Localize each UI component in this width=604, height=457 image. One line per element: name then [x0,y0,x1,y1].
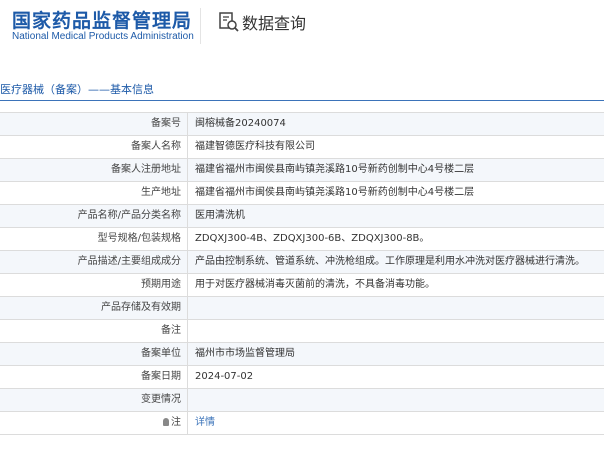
data-query-link[interactable]: 数据查询 [218,10,306,34]
field-value: 福建智德医疗科技有限公司 [195,141,315,152]
field-value: 福州市市场监督管理局 [195,348,295,359]
field-value: 闽榕械备20240074 [195,118,286,129]
note-label-cell: 注 [0,412,188,434]
field-label: 备案人注册地址 [0,159,188,181]
table-row: 备案人名称 福建智德医疗科技有限公司 [0,136,604,159]
field-label: 备注 [0,320,188,342]
document-search-icon [219,12,239,32]
table-row: 备案日期 2024-07-02 [0,366,604,389]
field-value [188,389,604,411]
field-value [188,297,604,319]
field-value: 福建省福州市闽侯县南屿镇尧溪路10号新药创制中心4号楼二层 [195,187,475,198]
field-label: 产品存储及有效期 [0,297,188,319]
field-value: 产品由控制系统、管道系统、冲洗枪组成。工作原理是利用水冲洗对医疗器械进行清洗。 [195,256,585,267]
table-row: 产品名称/产品分类名称 医用清洗机 [0,205,604,228]
site-logo-subtitle: National Medical Products Administration [12,31,194,42]
breadcrumb-bar: 医疗器械（备案）——基本信息 [0,78,604,101]
site-header: 国家药品监督管理局 National Medical Products Admi… [0,0,604,62]
data-query-label: 数据查询 [242,14,307,33]
field-label: 注 [171,417,181,428]
field-value [188,320,604,342]
field-label: 备案单位 [0,343,188,365]
table-row: 预期用途 用于对医疗器械消毒灭菌前的清洗，不具备消毒功能。 [0,274,604,297]
table-row: 产品描述/主要组成成分 产品由控制系统、管道系统、冲洗枪组成。工作原理是利用水冲… [0,251,604,274]
field-value: ZDQXJ300-4B、ZDQXJ300-6B、ZDQXJ300-8B。 [195,233,430,244]
field-label: 预期用途 [0,274,188,296]
table-row: 备案号 闽榕械备20240074 [0,113,604,136]
table-row: 备案人注册地址 福建省福州市闽侯县南屿镇尧溪路10号新药创制中心4号楼二层 [0,159,604,182]
field-label: 备案日期 [0,366,188,388]
table-row: 产品存储及有效期 [0,297,604,320]
field-label: 产品名称/产品分类名称 [0,205,188,227]
field-value: 用于对医疗器械消毒灭菌前的清洗，不具备消毒功能。 [195,279,435,290]
breadcrumb: 医疗器械（备案）——基本信息 [0,83,154,96]
field-value: 福建省福州市闽侯县南屿镇尧溪路10号新药创制中心4号楼二层 [195,164,475,175]
field-label: 备案人名称 [0,136,188,158]
table-row: 型号规格/包装规格 ZDQXJ300-4B、ZDQXJ300-6B、ZDQXJ3… [0,228,604,251]
field-label: 变更情况 [0,389,188,411]
field-label: 型号规格/包装规格 [0,228,188,250]
table-row: 备注 [0,320,604,343]
site-logo-title[interactable]: 国家药品监督管理局 [12,6,192,33]
header-divider [200,8,201,44]
table-row: 生产地址 福建省福州市闽侯县南屿镇尧溪路10号新药创制中心4号楼二层 [0,182,604,205]
field-value: 2024-07-02 [195,371,254,382]
field-label: 产品描述/主要组成成分 [0,251,188,273]
table-row: 变更情况 [0,389,604,412]
table-row: 备案单位 福州市市场监督管理局 [0,343,604,366]
detail-table: 备案号 闽榕械备20240074 备案人名称 福建智德医疗科技有限公司 备案人注… [0,112,604,435]
field-value: 医用清洗机 [195,210,245,221]
field-label: 生产地址 [0,182,188,204]
details-link[interactable]: 详情 [188,412,604,434]
lightbulb-icon [163,418,169,426]
field-label: 备案号 [0,113,188,135]
table-row: 注 详情 [0,412,604,435]
